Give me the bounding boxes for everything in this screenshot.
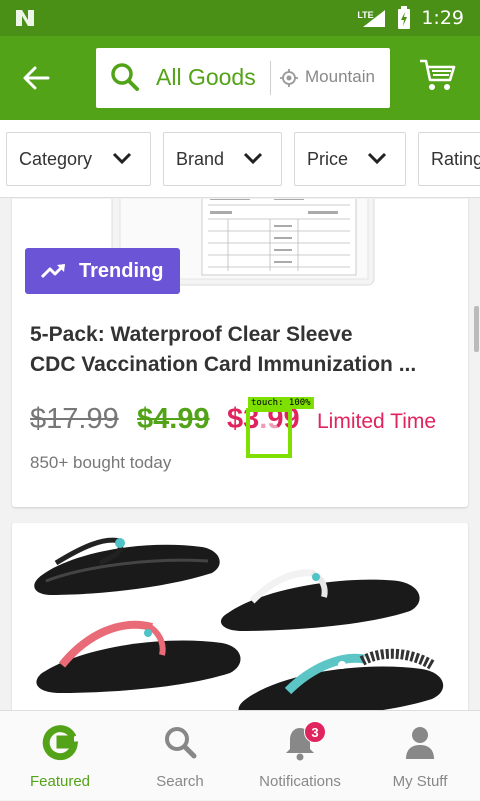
bottom-nav: Featured Search Notifications My Stuff [0,710,480,800]
search-divider [270,61,271,95]
back-button[interactable] [22,60,62,96]
nav-my-stuff[interactable]: My Stuff [360,711,480,801]
nav-featured[interactable]: Featured [0,711,120,801]
filter-bar: Category Brand Price Rating [0,120,480,198]
status-bar: LTE 1:29 [0,0,480,36]
deal-title-line2: CDC Vaccination Card Immunization ... [30,353,417,376]
badge-label: Trending [79,260,164,282]
search-icon [165,727,197,759]
filter-price[interactable]: Price [294,132,406,186]
discount-price: $4.99 [137,403,210,435]
search-query[interactable]: All Goods [156,64,256,91]
location-field[interactable]: Mountain [305,67,375,87]
app-header: All Goods Mountain [0,36,480,120]
cart-icon [420,59,456,90]
filter-label: Price [307,148,349,169]
search-icon [111,63,139,91]
chevron-down-icon [112,152,132,165]
filter-label: Rating [431,148,480,169]
scrollbar[interactable] [474,306,479,352]
clock: 1:29 [421,7,464,29]
nav-notifications[interactable]: Notifications [240,711,360,801]
deal-card[interactable]: Trending 5-Pack: Waterproof Clear Sleeve… [12,199,468,507]
nav-label: Notifications [259,773,341,790]
bought-count: 850+ bought today [30,453,172,472]
limited-time-label: Limited Time [317,410,437,433]
deal-image [34,537,444,710]
price-row: $17.99 $4.99 $3.99 Limited Time [30,403,460,439]
chevron-down-icon [243,152,263,165]
n-logo-icon [16,10,34,26]
groupon-g-icon [42,725,78,761]
touch-indicator-box [246,408,292,458]
battery-charging-icon [398,6,411,29]
notification-count-badge: 3 [304,721,326,743]
person-icon [406,727,434,759]
status-icons: LTE 1:29 [357,0,464,36]
location-icon [280,69,298,87]
original-price: $17.99 [30,403,119,435]
filter-label: Brand [176,148,225,169]
nav-label: Featured [29,773,91,790]
deal-card[interactable] [12,523,468,710]
nav-label: Search [156,773,204,790]
filter-brand[interactable]: Brand [163,132,282,186]
deal-feed[interactable]: Trending 5-Pack: Waterproof Clear Sleeve… [0,199,480,710]
chevron-down-icon [367,152,387,165]
filter-rating[interactable]: Rating [418,132,480,186]
nav-search[interactable]: Search [120,711,240,801]
nav-label: My Stuff [392,773,448,790]
search-box[interactable]: All Goods Mountain [96,48,390,108]
deal-title[interactable]: 5-Pack: Waterproof Clear Sleeve CDC Vacc… [30,320,454,380]
filter-category[interactable]: Category [6,132,151,186]
trending-up-icon [41,263,66,279]
touch-indicator-label: touch: 100% [248,397,314,409]
filter-label: Category [19,148,93,169]
cart-button[interactable] [418,58,456,97]
signal-icon: LTE [357,8,387,28]
back-arrow-icon [23,66,50,90]
deal-title-line1: 5-Pack: Waterproof Clear Sleeve [30,323,353,346]
trending-badge: Trending [25,248,180,294]
